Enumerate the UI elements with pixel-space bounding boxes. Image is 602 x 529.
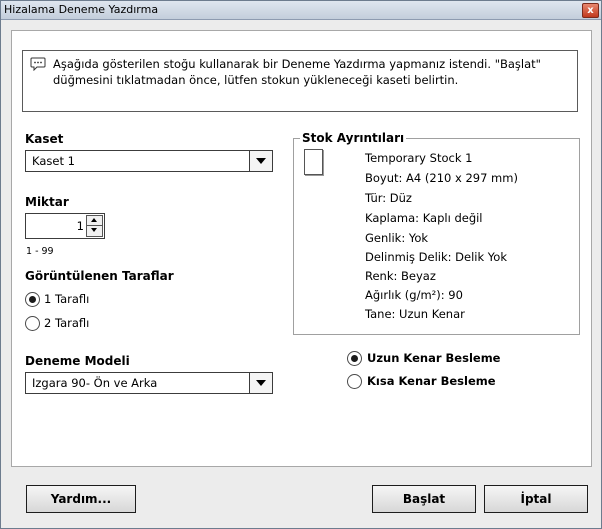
pattern-selected-value: Izgara 90- Ön ve Arka <box>32 376 158 390</box>
sides-radio-2[interactable] <box>25 316 40 331</box>
feed-option-short-edge-label: Kısa Kenar Besleme <box>367 374 496 388</box>
sides-option-1-label: 1 Taraflı <box>44 292 90 306</box>
sides-label: Görüntülenen Taraflar <box>25 269 174 283</box>
info-message-box: Aşağıda gösterilen stoğu kullanarak bir … <box>22 50 578 112</box>
stock-line: Genlik: Yok <box>365 231 429 245</box>
stock-line: Tane: Uzun Kenar <box>365 307 465 321</box>
speech-bubble-icon <box>30 57 46 71</box>
feed-option-long-edge-label: Uzun Kenar Besleme <box>367 351 501 365</box>
quantity-range: 1 - 99 <box>26 246 54 257</box>
stock-line: Ağırlık (g/m²): 90 <box>365 288 463 302</box>
quantity-stepper[interactable]: 1 <box>25 213 105 239</box>
stock-details-group <box>293 138 580 335</box>
pattern-dropdown-button[interactable] <box>249 373 272 393</box>
quantity-value: 1 <box>76 219 84 233</box>
sides-radio-1[interactable] <box>25 292 40 307</box>
pattern-dropdown[interactable]: Izgara 90- Ön ve Arka <box>25 372 273 394</box>
stock-line: Renk: Beyaz <box>365 269 436 283</box>
arrow-down-icon <box>91 228 97 232</box>
alignment-proof-dialog: Hizalama Deneme Yazdırma x Aşağıda göste… <box>0 0 602 529</box>
content-panel: Aşağıda gösterilen stoğu kullanarak bir … <box>11 30 592 467</box>
window-title: Hizalama Deneme Yazdırma <box>4 3 159 16</box>
paper-sheet-icon <box>304 149 323 175</box>
tray-selected-value: Kaset 1 <box>32 154 75 168</box>
quantity-label: Miktar <box>25 195 69 209</box>
help-button[interactable]: Yardım... <box>26 485 136 513</box>
tray-dropdown-button[interactable] <box>249 151 272 171</box>
info-message-text: Aşağıda gösterilen stoğu kullanarak bir … <box>53 57 541 87</box>
stock-line: Temporary Stock 1 <box>365 151 473 165</box>
sides-option-2-label: 2 Taraflı <box>44 316 90 330</box>
pattern-label: Deneme Modeli <box>25 354 130 368</box>
chevron-down-icon <box>256 158 266 164</box>
stock-line: Delinmiş Delik: Delik Yok <box>365 250 507 264</box>
radio-selected-dot <box>29 296 36 303</box>
radio-selected-dot <box>351 355 358 362</box>
stock-details-title: Stok Ayrıntıları <box>300 131 407 145</box>
chevron-down-icon <box>256 380 266 386</box>
start-button[interactable]: Başlat <box>372 485 476 513</box>
stepper-down-button[interactable] <box>86 225 103 237</box>
arrow-up-icon <box>91 218 97 222</box>
feed-radio-long-edge[interactable] <box>347 351 362 366</box>
cancel-button[interactable]: İptal <box>484 485 588 513</box>
tray-label: Kaset <box>25 132 64 146</box>
title-bar: Hizalama Deneme Yazdırma x <box>1 1 601 20</box>
stock-line: Tür: Düz <box>365 191 412 205</box>
tray-dropdown[interactable]: Kaset 1 <box>25 150 273 172</box>
stock-line: Kaplama: Kaplı değil <box>365 211 483 225</box>
feed-radio-short-edge[interactable] <box>347 374 362 389</box>
close-icon[interactable]: x <box>582 3 599 18</box>
stock-line: Boyut: A4 (210 x 297 mm) <box>365 171 518 185</box>
